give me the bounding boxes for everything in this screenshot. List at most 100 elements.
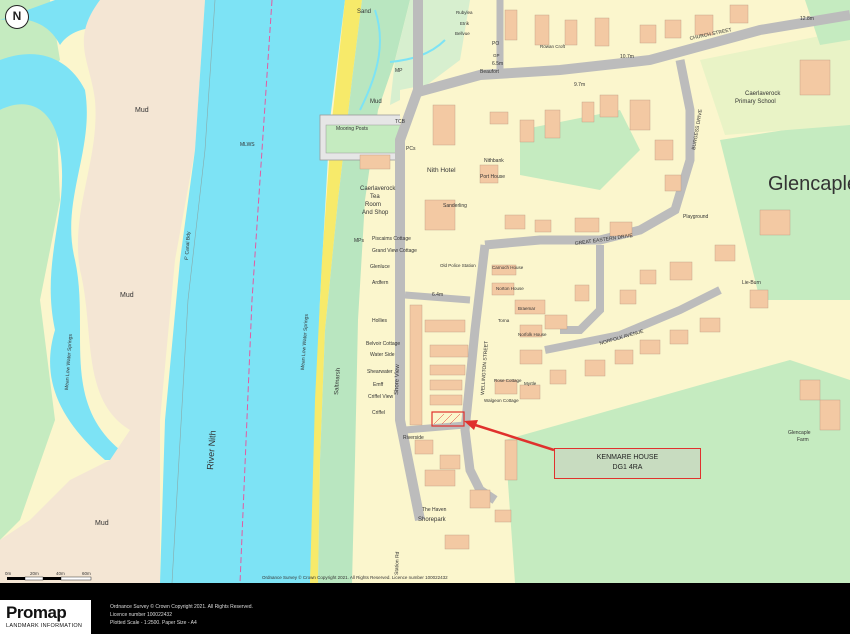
building <box>534 219 552 233</box>
ardfern-label: Ardfern <box>372 280 389 286</box>
nithbank-label: Nithbank <box>484 158 504 164</box>
tea-room-label: Caerlaverock Tea Room And Shop <box>360 186 396 216</box>
farm-label-1: Glencaple <box>788 430 811 436</box>
gp-label: GP <box>493 53 500 58</box>
building <box>614 349 634 365</box>
footer-line-1: Ordnance Survey © Crown Copyright 2021. … <box>110 604 253 610</box>
beaufort-label: Beaufort <box>480 69 500 75</box>
building <box>414 439 434 455</box>
building <box>699 317 721 333</box>
callout-line-1: KENMARE HOUSE <box>596 454 659 461</box>
building <box>504 439 518 481</box>
building <box>409 304 423 426</box>
building <box>669 329 689 345</box>
lie-burn-label: Lie-Burn <box>742 280 761 286</box>
rose-cottage-label: Rose Cottage <box>494 378 522 383</box>
etrik-label: Etrik <box>460 21 470 26</box>
building <box>584 359 606 377</box>
north-arrow: N <box>5 5 29 29</box>
bellvue-label: Bellvue <box>455 31 470 36</box>
shorepark-label: Shorepark <box>418 517 447 523</box>
building <box>444 534 470 550</box>
building <box>669 261 693 281</box>
mlws-label: MLWS <box>240 142 255 148</box>
building <box>639 24 657 44</box>
map-copyright: Ordnance Survey © Crown Copyright 2021. … <box>262 574 448 580</box>
building <box>439 454 461 470</box>
building <box>654 139 674 161</box>
building <box>629 99 651 131</box>
brand-logo: Promap LANDMARK INFORMATION <box>0 600 91 634</box>
scale-tick-2: 40m <box>56 571 65 576</box>
building <box>429 364 466 376</box>
street-station: Station Rd <box>394 551 401 575</box>
building <box>714 244 736 262</box>
po-label: PO <box>492 41 499 47</box>
school-label-1: Caerlaverock <box>745 91 781 97</box>
building <box>429 344 469 358</box>
emff-label: Emff <box>373 382 384 388</box>
building <box>432 104 456 146</box>
mud-label-3: Mud <box>95 520 109 527</box>
building <box>799 59 831 96</box>
nith-hotel-label: Nith Hotel <box>427 167 456 174</box>
water-side-label: Water Side <box>370 352 395 358</box>
rowan-label: Rowan Croft <box>540 44 566 49</box>
farm-label-2: Farm <box>797 437 809 443</box>
brand-logo-word: Promap <box>6 603 67 622</box>
brand-logo-sub: LANDMARK INFORMATION <box>6 623 83 629</box>
building <box>534 14 550 46</box>
height-2: 10.7m <box>620 54 634 60</box>
norfolk-house-label: Norfolk House <box>518 332 547 337</box>
building <box>519 384 541 400</box>
building <box>549 369 567 385</box>
place-name-label: Glencaple <box>768 173 850 195</box>
piscaims-label: Piscaims Cottage <box>372 236 411 242</box>
building <box>759 209 791 236</box>
criffel-label: Criffel <box>372 410 385 416</box>
footer-line-3: Plotted Scale - 1:2500. Paper Size - A4 <box>110 620 197 626</box>
street-shore: Shore View <box>394 364 401 395</box>
footer-line-2: Licence number 100022432 <box>110 612 172 618</box>
playground-label: Playground <box>683 214 709 220</box>
crifell-view-label: Criffel View <box>368 394 393 400</box>
braemar-label: Braemar <box>518 306 536 311</box>
tcb-label: TCB <box>395 119 406 125</box>
glenluce-label: Glenluce <box>370 264 390 270</box>
building <box>749 289 769 309</box>
mud-label-4: Mud <box>370 99 382 105</box>
scale-tick-0: 0m <box>5 571 12 576</box>
building <box>489 111 509 125</box>
map-canvas[interactable]: Glencaple River Nith Mud Mud Mud Mud San… <box>0 0 850 583</box>
height-4: 6.4m <box>432 292 443 298</box>
callout-line-2: DG1 4RA <box>612 464 643 471</box>
building <box>519 349 543 365</box>
building <box>729 4 749 24</box>
pcs-label: PCs <box>406 146 416 152</box>
carnoch-label: Carnoch House <box>492 265 524 270</box>
building <box>519 119 535 143</box>
building <box>599 94 619 118</box>
callout-box: KENMARE HOUSE DG1 4RA <box>554 448 701 479</box>
building <box>594 17 610 47</box>
building <box>544 109 561 139</box>
building <box>494 509 512 523</box>
walgeon-label: Walgeon Cottage <box>484 398 519 403</box>
building <box>819 399 841 431</box>
building <box>619 289 637 305</box>
building <box>424 319 466 333</box>
school-label-2: Primary School <box>735 99 776 105</box>
rubylea-label: Rubylea <box>456 10 473 15</box>
sand-label: Sand <box>357 9 371 15</box>
haven-label: The Haven <box>422 507 447 513</box>
riverside-label: Riverside <box>403 435 424 441</box>
norton-label: Norton House <box>496 286 524 291</box>
building <box>359 154 391 170</box>
mp-label: MP <box>395 68 403 74</box>
north-arrow-letter: N <box>12 9 22 23</box>
scale-tick-3: 60m <box>82 571 91 576</box>
mud-label-1: Mud <box>135 107 149 114</box>
building <box>424 469 456 487</box>
map-svg: Glencaple River Nith Mud Mud Mud Mud San… <box>0 0 850 583</box>
building <box>574 217 600 233</box>
